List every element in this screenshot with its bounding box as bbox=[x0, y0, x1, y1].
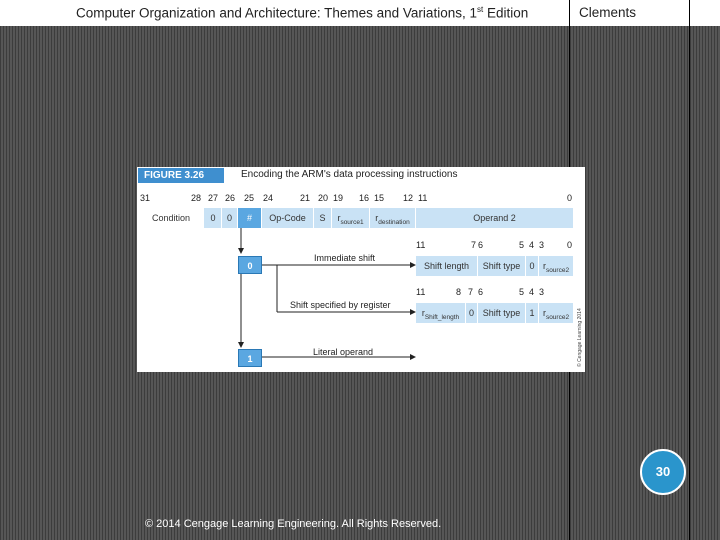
imm-field-shift-type: Shift type bbox=[478, 256, 526, 276]
course-title: Computer Organization and Architecture: … bbox=[76, 5, 529, 21]
copyright-footer: © 2014 Cengage Learning Engineering. All… bbox=[145, 518, 442, 530]
reg-bit-11: 11 bbox=[416, 287, 426, 297]
annotation-register-shift: Shift specified by register bbox=[290, 300, 391, 310]
imm-field-zero: 0 bbox=[526, 256, 539, 276]
reg-bit-8: 8 bbox=[456, 287, 462, 297]
imm-bit-0: 0 bbox=[567, 240, 573, 250]
reg-bit-6: 6 bbox=[478, 287, 484, 297]
reg-field-r-shift-length: rShift_length bbox=[416, 303, 466, 323]
reg-field-zero: 0 bbox=[466, 303, 478, 323]
reg-bit-5: 5 bbox=[519, 287, 525, 297]
right-border-line bbox=[689, 0, 690, 540]
selector-box-1: 1 bbox=[238, 349, 262, 367]
selector-box-0: 0 bbox=[238, 256, 262, 274]
reg-field-shift-type: Shift type bbox=[478, 303, 526, 323]
imm-field-shift-length: Shift length bbox=[416, 256, 478, 276]
annotation-immediate-shift: Immediate shift bbox=[314, 253, 376, 263]
reg-bit-4: 4 bbox=[529, 287, 535, 297]
figure-3-26: FIGURE 3.26 Encoding the ARM's data proc… bbox=[137, 167, 585, 372]
reg-bit-3: 3 bbox=[539, 287, 545, 297]
imm-bit-3: 3 bbox=[539, 240, 545, 250]
annotation-literal-operand: Literal operand bbox=[313, 347, 374, 357]
imm-bit-4: 4 bbox=[529, 240, 535, 250]
reg-field-one: 1 bbox=[526, 303, 539, 323]
imm-bit-6: 6 bbox=[478, 240, 484, 250]
imm-bit-11: 11 bbox=[416, 240, 426, 250]
imm-bit-7: 7 bbox=[471, 240, 477, 250]
imm-bit-5: 5 bbox=[519, 240, 525, 250]
slide-header: Computer Organization and Architecture: … bbox=[0, 0, 720, 26]
reg-bit-7: 7 bbox=[468, 287, 474, 297]
figure-side-credit: © Cengage Learning 2014 bbox=[577, 308, 583, 367]
author-name: Clements bbox=[579, 5, 637, 20]
page-number-badge: 30 bbox=[640, 449, 686, 495]
reg-field-r-source2: rsource2 bbox=[539, 303, 573, 323]
imm-field-r-source2: rsource2 bbox=[539, 256, 573, 276]
